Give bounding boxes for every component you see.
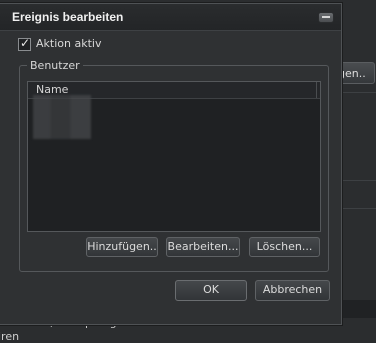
ok-button[interactable]: OK — [175, 280, 247, 301]
users-list[interactable]: Name — [27, 81, 321, 232]
dialog-title: Ereignis bearbeiten — [12, 10, 124, 24]
active-checkbox[interactable]: ✓ — [18, 36, 31, 51]
dialog-titlebar[interactable]: Ereignis bearbeiten — [0, 4, 341, 31]
edit-user-button[interactable]: Bearbeiten... — [166, 237, 240, 257]
blurred-list-item[interactable] — [33, 95, 91, 139]
minimize-icon[interactable] — [318, 12, 334, 23]
edit-event-dialog: Ereignis bearbeiten ✓ Aktion aktiv Benut… — [0, 3, 342, 325]
add-user-button[interactable]: Hinzufügen.. — [86, 237, 158, 257]
delete-user-button[interactable]: Löschen... — [249, 237, 320, 257]
active-checkbox-label[interactable]: Aktion aktiv — [36, 37, 101, 50]
column-divider[interactable] — [316, 82, 317, 98]
users-group-title: Benutzer — [27, 59, 83, 72]
cancel-button[interactable]: Abbrechen — [255, 280, 330, 301]
bg-bottom-text: iren — [0, 330, 20, 343]
checkmark-icon: ✓ — [20, 36, 31, 50]
